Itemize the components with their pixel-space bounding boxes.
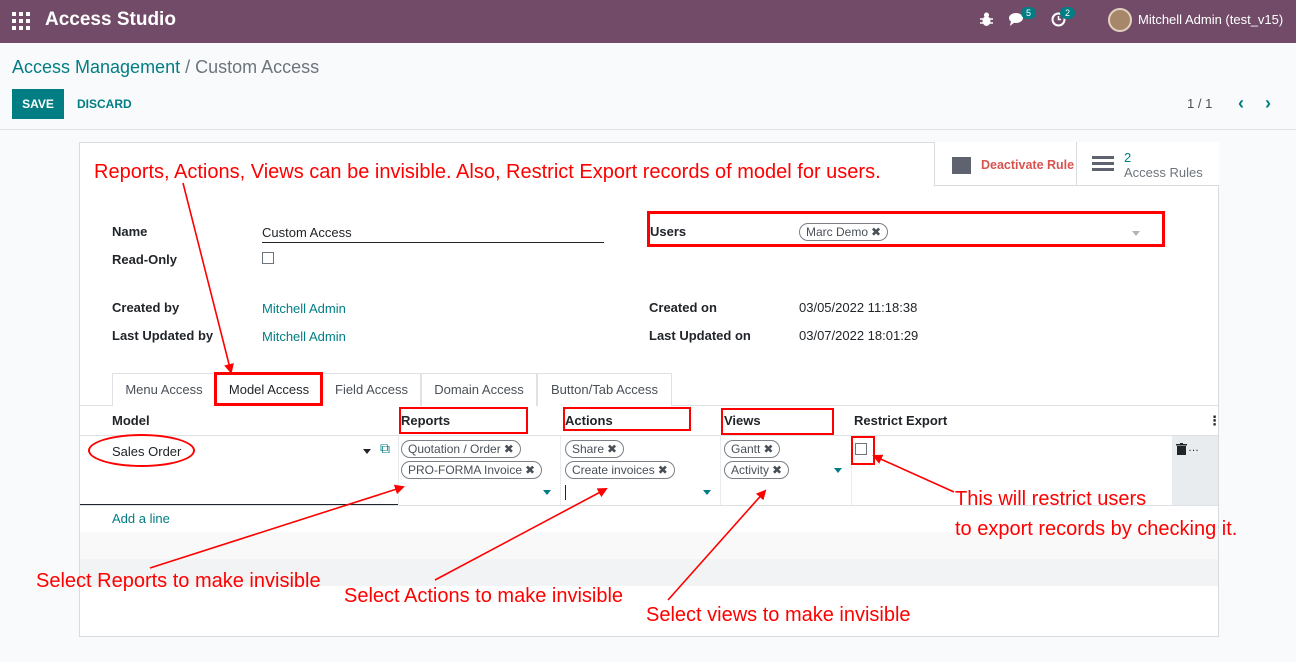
breadcrumb: Access Management / Custom Access <box>12 57 319 78</box>
access-rules-count: 2 <box>1124 150 1132 165</box>
add-a-line-link[interactable]: Add a line <box>112 511 170 526</box>
table-header-line <box>80 435 1218 436</box>
last-updated-on-value: 03/07/2022 18:01:29 <box>799 328 919 343</box>
remove-tag-icon[interactable]: ✖ <box>525 463 535 477</box>
reports-header-highlight-box <box>399 407 528 434</box>
last-updated-by-link[interactable]: Mitchell Admin <box>262 329 346 344</box>
views-header-highlight-box <box>721 408 834 435</box>
pager-value[interactable]: 1 / 1 <box>1187 96 1212 111</box>
views-dropdown-icon[interactable] <box>834 468 842 473</box>
activity-badge: 2 <box>1060 7 1076 19</box>
tag-label: Gantt <box>731 442 761 456</box>
readonly-checkbox[interactable] <box>262 252 274 264</box>
tag-label: Quotation / Order <box>408 442 501 456</box>
tag-label: PRO-FORMA Invoice <box>408 463 523 477</box>
name-label: Name <box>112 224 148 239</box>
created-on-label: Created on <box>649 300 717 315</box>
remove-tag-icon[interactable]: ✖ <box>658 463 668 477</box>
messages-badge: 5 <box>1021 7 1037 19</box>
breadcrumb-current: Custom Access <box>195 57 320 77</box>
created-by-label: Created by <box>112 300 180 315</box>
last-updated-on-label: Last Updated on <box>649 328 751 343</box>
tag-label: Activity <box>731 463 770 477</box>
column-separator <box>398 435 399 505</box>
breadcrumb-separator: / <box>185 57 191 77</box>
annotation-views-text: Select views to make invisible <box>646 604 911 626</box>
column-options-icon[interactable]: ⋮ <box>1208 413 1221 429</box>
created-on-value: 03/05/2022 11:18:38 <box>799 300 918 315</box>
annotation-reports-text: Select Reports to make invisible <box>36 570 321 592</box>
deactivate-rule-label: Deactivate Rule <box>981 158 1075 172</box>
model-dropdown-icon[interactable] <box>363 449 371 454</box>
trash-icon[interactable] <box>1176 443 1187 455</box>
tab-field-access[interactable]: Field Access <box>322 373 421 406</box>
breadcrumb-parent-link[interactable]: Access Management <box>12 57 180 77</box>
restrict-export-highlight-box <box>851 436 875 465</box>
list-icon <box>1092 156 1114 172</box>
tag-label: Share <box>572 442 605 456</box>
actions-header-highlight-box <box>563 407 691 431</box>
app-title[interactable]: Access Studio <box>45 9 176 31</box>
remove-tag-icon[interactable]: ✖ <box>607 442 617 456</box>
truncation-ellipsis: … <box>1188 442 1199 454</box>
readonly-label: Read-Only <box>112 252 178 267</box>
remove-tag-icon[interactable]: ✖ <box>504 442 514 456</box>
reports-dropdown-icon[interactable] <box>543 490 551 495</box>
column-header-model[interactable]: Model <box>112 413 150 428</box>
discard-button[interactable]: DISCARD <box>77 89 132 119</box>
annotation-top-text: Reports, Actions, Views can be invisible… <box>94 161 881 183</box>
stop-icon <box>952 157 971 174</box>
annotation-restrict-text-line2: to export records by checking it. <box>955 518 1238 540</box>
tab-button-tab-access[interactable]: Button/Tab Access <box>537 373 672 406</box>
report-tag-quotation-order[interactable]: Quotation / Order ✖ <box>401 440 521 458</box>
column-separator <box>720 435 721 505</box>
apps-menu-icon[interactable] <box>12 12 30 30</box>
view-tag-gantt[interactable]: Gantt ✖ <box>724 440 781 458</box>
access-rules-label: Access Rules <box>1124 165 1203 180</box>
annotation-restrict-text-line1: This will restrict users <box>955 488 1147 510</box>
annotation-actions-text: Select Actions to make invisible <box>344 585 624 607</box>
tag-label: Create invoices <box>572 463 655 477</box>
remove-tag-icon[interactable]: ✖ <box>763 442 773 456</box>
last-updated-by-label: Last Updated by <box>112 328 214 343</box>
sales-order-highlight-ellipse <box>88 434 195 467</box>
remove-tag-icon[interactable]: ✖ <box>772 463 782 477</box>
pager-previous-icon[interactable]: ‹ <box>1238 93 1244 114</box>
actions-dropdown-icon[interactable] <box>703 490 711 495</box>
pager-next-icon[interactable]: › <box>1265 93 1271 114</box>
tab-menu-access[interactable]: Menu Access <box>112 373 216 406</box>
actions-input-cursor[interactable] <box>565 485 566 500</box>
model-access-highlight-box <box>214 372 323 406</box>
action-tag-share[interactable]: Share ✖ <box>565 440 625 458</box>
column-header-restrict-export[interactable]: Restrict Export <box>854 413 947 428</box>
report-tag-pro-forma-invoice[interactable]: PRO-FORMA Invoice ✖ <box>401 461 543 479</box>
control-panel-divider <box>0 129 1296 130</box>
access-rules-button[interactable]: 2 Access Rules <box>1076 142 1219 186</box>
row-delete-cell: … <box>1172 436 1218 505</box>
name-field-value[interactable]: Custom Access <box>262 225 352 240</box>
users-highlight-box <box>647 211 1165 247</box>
tab-domain-access[interactable]: Domain Access <box>421 373 537 406</box>
created-by-link[interactable]: Mitchell Admin <box>262 301 346 316</box>
external-link-icon[interactable]: ⧉ <box>380 440 390 457</box>
view-tag-activity[interactable]: Activity ✖ <box>724 461 790 479</box>
column-separator <box>560 435 561 505</box>
user-menu[interactable]: Mitchell Admin (test_v15) <box>1138 12 1283 27</box>
avatar[interactable] <box>1108 8 1132 32</box>
deactivate-rule-button[interactable]: Deactivate Rule <box>934 142 1077 186</box>
save-button[interactable]: SAVE <box>12 89 64 119</box>
bug-icon[interactable] <box>980 12 993 31</box>
action-tag-create-invoices[interactable]: Create invoices ✖ <box>565 461 675 479</box>
top-navbar: Access Studio 5 2 Mitchell Admin (test_v… <box>0 0 1296 43</box>
